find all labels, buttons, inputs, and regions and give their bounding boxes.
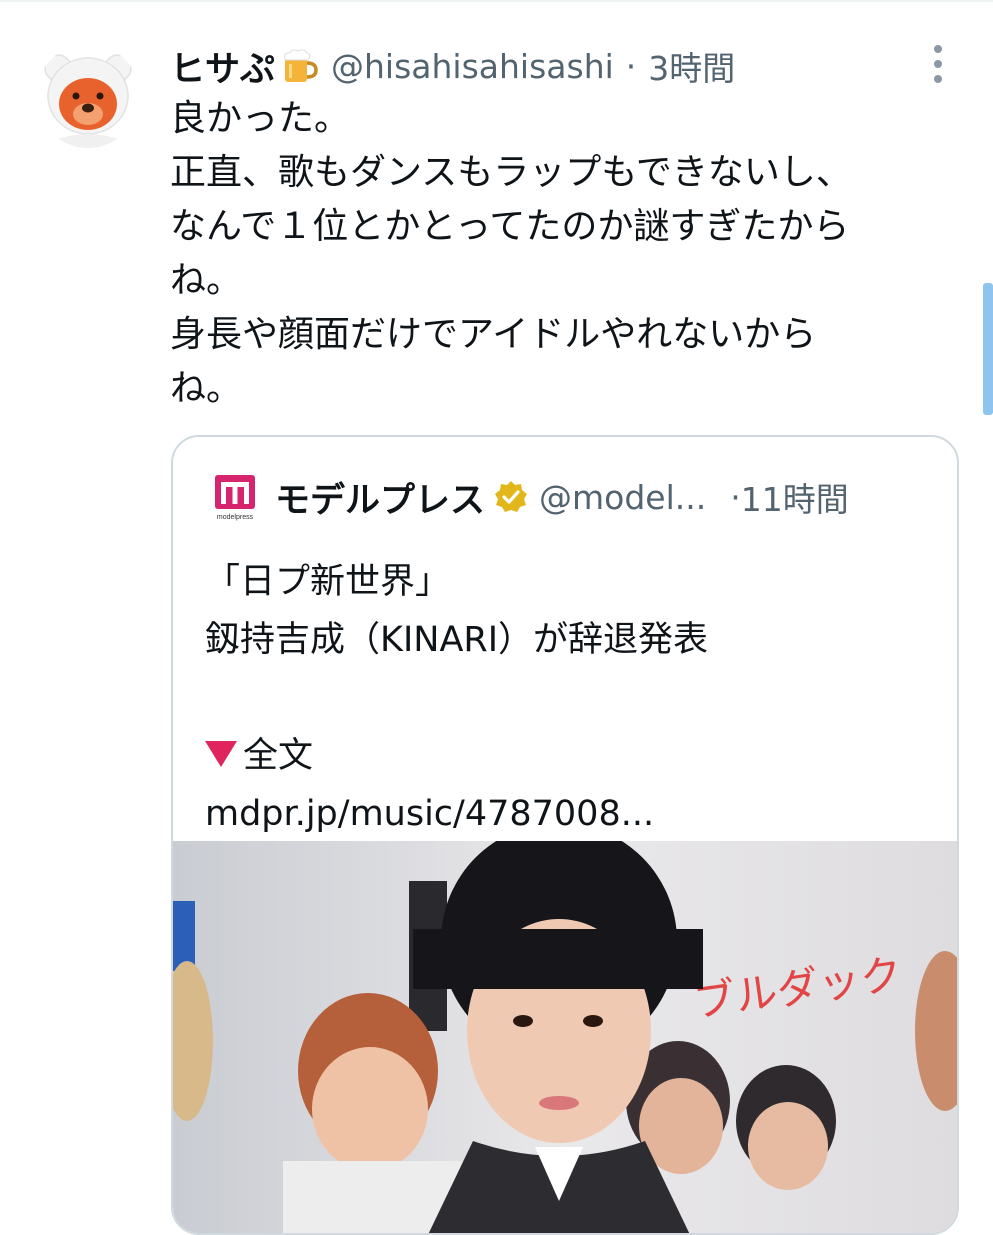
tweet-text: 良かった。 正直、歌もダンスもラップもできないし、 なんで１位とかとってたのか謎… [170,92,960,416]
press-event-photo: ブルダック [173,841,957,1233]
top-divider [0,0,993,2]
tweet-line: 身長や顔面だけでアイドルやれないから [170,314,817,355]
quoted-tweet-card[interactable]: modelpress モデルプレス @model... · 11時間 「日プ新世… [171,435,959,1235]
quote-time[interactable]: 11時間 [741,473,849,521]
tweet-line: 良かった。 [170,98,351,139]
quote-link[interactable]: mdpr.jp/music/4787008... [205,785,945,843]
red-triangle-down-icon [205,741,237,767]
more-options-button[interactable] [918,40,958,88]
logo-wordmark: modelpress [217,514,254,521]
quote-line-empty [205,669,945,727]
tweet-line: なんで１位とかとってたのか謎すぎたから [170,206,850,247]
more-dot-icon [934,75,942,83]
modelpress-logo[interactable]: modelpress [213,473,257,521]
tweet-line: ね。 [170,368,243,409]
scrollbar-thumb[interactable] [983,283,993,415]
more-dot-icon [934,60,942,68]
avatar[interactable] [36,44,140,148]
quote-line: 「日プ新世界」 [205,562,451,602]
beer-mug-icon [279,46,319,86]
tweet-line: ね。 [170,260,243,301]
more-dot-icon [934,45,942,53]
verified-badge-icon [493,479,529,515]
quote-line: 全文 [205,727,945,785]
bear-avatar-icon [36,44,140,148]
tweet-time[interactable]: 3時間 [648,42,735,90]
quoted-tweet-photo[interactable]: ブルダック [173,841,957,1233]
author-name[interactable]: ヒサぷ [170,41,275,92]
quote-author-name[interactable]: モデルプレス [275,472,485,523]
quote-line: 釼持吉成（KINARI）が辞退発表 [205,620,709,660]
tweet-header: ヒサぷ @hisahisahisashi · 3時間 [170,38,930,94]
quote-author-handle[interactable]: @model... [539,478,706,517]
quote-header: modelpress モデルプレス @model... · 11時間 [213,471,933,523]
header-separator: · [625,46,637,86]
quote-line-fulltext: 全文 [243,736,314,776]
author-handle[interactable]: @hisahisahisashi [331,47,614,86]
quote-separator: · [730,477,741,517]
tweet-line: 正直、歌もダンスもラップもできないし、 [170,152,852,193]
quote-text: 「日プ新世界」 釼持吉成（KINARI）が辞退発表 全文 mdpr.jp/mus… [205,553,945,843]
